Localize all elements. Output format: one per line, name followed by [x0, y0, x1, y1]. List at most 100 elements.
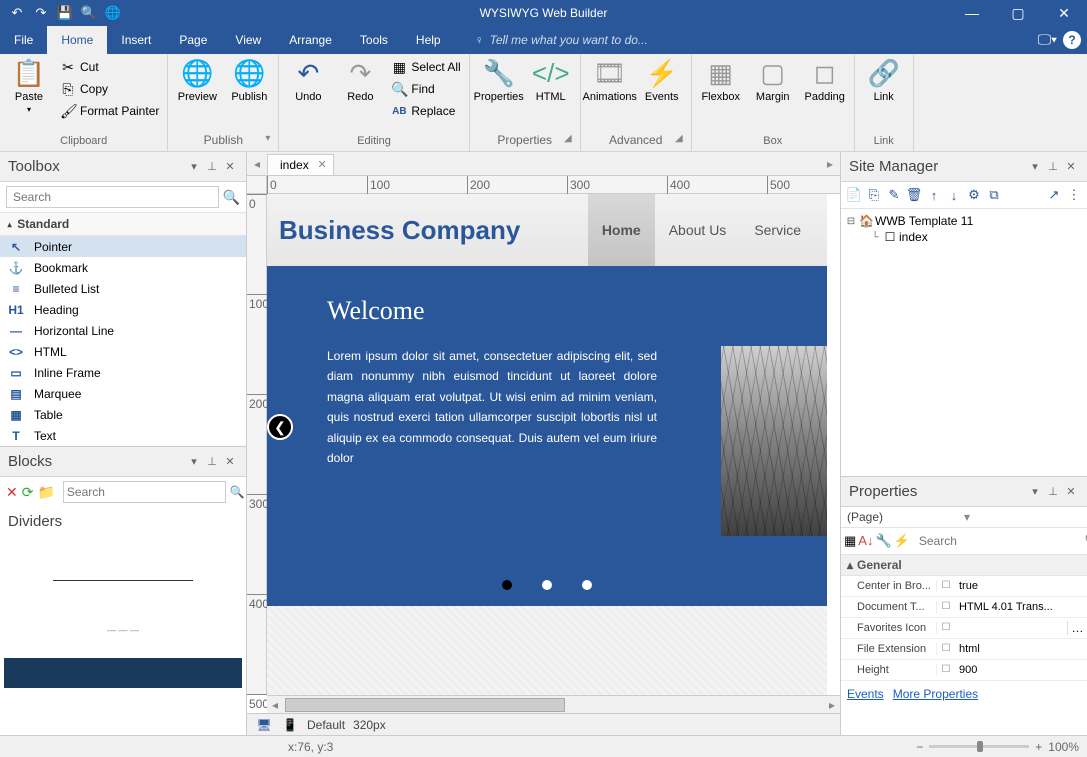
dropdown-icon[interactable]: ▾	[1027, 159, 1043, 175]
menu-tools[interactable]: Tools	[346, 26, 402, 54]
delete-icon[interactable]: 🗑	[905, 186, 923, 204]
cut-button[interactable]: ✂Cut	[56, 56, 163, 78]
property-search-input[interactable]	[916, 531, 1077, 551]
toolbox-item-bookmark[interactable]: ⚓Bookmark	[0, 257, 246, 278]
search-icon[interactable]: 🔍	[1079, 532, 1087, 549]
toolbox-item-html[interactable]: <>HTML	[0, 341, 246, 362]
tab-prev-icon[interactable]: ◂	[249, 154, 265, 174]
zoom-slider[interactable]	[929, 745, 1029, 748]
tree-root[interactable]: ⊟🏠WWB Template 11	[845, 213, 1083, 229]
close-icon[interactable]: ✕	[222, 454, 238, 470]
nav-home[interactable]: Home	[588, 194, 655, 266]
display-icon[interactable]: 🖵▾	[1038, 31, 1057, 49]
copy-button[interactable]: ⎘Copy	[56, 78, 163, 100]
property-row[interactable]: File Extension☐html	[841, 639, 1087, 660]
menu-view[interactable]: View	[221, 26, 275, 54]
property-value[interactable]: html	[955, 643, 1087, 655]
new-page-icon[interactable]: 📄	[845, 186, 863, 204]
divider-preview-1[interactable]	[4, 540, 242, 620]
h-scrollbar[interactable]: ◂ ▸	[267, 695, 840, 713]
scroll-thumb[interactable]	[285, 698, 565, 712]
toolbox-item-marquee[interactable]: ▤Marquee	[0, 383, 246, 404]
page-canvas[interactable]: Business Company Home About Us Service W…	[267, 194, 827, 695]
dropdown-icon[interactable]: ▾	[186, 159, 202, 175]
zoom-value[interactable]: 100%	[1048, 740, 1079, 754]
property-selector[interactable]: (Page)▾	[841, 507, 1087, 528]
web-icon[interactable]: 🌐	[104, 4, 122, 22]
property-row[interactable]: Height☐900	[841, 660, 1087, 681]
pin-icon[interactable]: ⊥	[204, 159, 220, 175]
save-icon[interactable]: 💾	[56, 4, 74, 22]
zoom-out-icon[interactable]: −	[916, 740, 923, 754]
margin-button[interactable]: ▢Margin	[748, 56, 798, 105]
property-value[interactable]: true	[955, 580, 1087, 592]
export-icon[interactable]: ↗	[1045, 186, 1063, 204]
replace-button[interactable]: ABReplace	[387, 100, 464, 122]
link-button[interactable]: 🔗Link	[859, 56, 909, 105]
pin-icon[interactable]: ⊥	[1045, 159, 1061, 175]
refresh-icon[interactable]: ⟳	[22, 482, 34, 502]
nav-about[interactable]: About Us	[655, 194, 741, 266]
mobile-icon[interactable]: 📱	[281, 716, 299, 734]
tree-page-index[interactable]: └☐index	[845, 229, 1083, 245]
canvas[interactable]: 0100200300400500 0100200300400500 Busine…	[247, 176, 840, 713]
divider-preview-3[interactable]	[4, 658, 242, 688]
toolbox-item-table[interactable]: ▦Table	[0, 404, 246, 425]
property-value[interactable]: HTML 4.01 Trans...	[955, 601, 1087, 613]
flexbox-button[interactable]: ▦Flexbox	[696, 56, 746, 105]
html-button[interactable]: </>HTML	[526, 56, 576, 105]
sort-icon[interactable]: A↓	[858, 531, 873, 551]
undo-button[interactable]: ↶Undo	[283, 56, 333, 105]
up-icon[interactable]: ↑	[925, 186, 943, 204]
property-category[interactable]: ▴General	[841, 555, 1087, 576]
pin-icon[interactable]: ⊥	[1045, 483, 1061, 499]
menu-file[interactable]: File	[0, 26, 47, 54]
close-icon[interactable]: ✕	[1063, 483, 1079, 499]
zoom-icon[interactable]: 🔍	[80, 4, 98, 22]
tell-me-search[interactable]: ♀Tell me what you want to do...	[475, 33, 648, 47]
redo-icon[interactable]: ↷	[32, 4, 50, 22]
dot-2[interactable]	[542, 580, 552, 590]
content-section[interactable]	[267, 606, 827, 695]
property-row[interactable]: Favorites Icon☐…	[841, 618, 1087, 639]
toolbox-item-heading[interactable]: H1Heading	[0, 299, 246, 320]
close-tab-icon[interactable]: ✕	[317, 158, 326, 171]
events-link[interactable]: Events	[847, 687, 884, 701]
edit-icon[interactable]: ✎	[885, 186, 903, 204]
preview-button[interactable]: 🌐Preview	[172, 56, 222, 105]
toolbox-item-text[interactable]: TText	[0, 425, 246, 446]
close-button[interactable]: ✕	[1041, 0, 1087, 26]
delete-icon[interactable]: ✕	[6, 482, 18, 502]
copy-page-icon[interactable]: ⎘	[865, 186, 883, 204]
pin-icon[interactable]: ⊥	[204, 454, 220, 470]
maximize-button[interactable]: ▢	[995, 0, 1041, 26]
close-icon[interactable]: ✕	[1063, 159, 1079, 175]
minimize-button[interactable]: —	[949, 0, 995, 26]
hero-text[interactable]: Lorem ipsum dolor sit amet, consectetuer…	[327, 346, 657, 468]
folder-icon[interactable]: 📁	[37, 482, 54, 502]
props-icon[interactable]: ⚙	[965, 186, 983, 204]
nav-service[interactable]: Service	[740, 194, 815, 266]
find-button[interactable]: 🔍Find	[387, 78, 464, 100]
hero-section[interactable]: Welcome Lorem ipsum dolor sit amet, cons…	[267, 266, 827, 606]
breakpoint-label[interactable]: Default	[307, 718, 345, 732]
blocks-search-input[interactable]	[63, 481, 226, 503]
menu-home[interactable]: Home	[47, 26, 107, 54]
desktop-icon[interactable]: 🖥	[255, 716, 273, 734]
more-properties-link[interactable]: More Properties	[893, 687, 978, 701]
search-icon[interactable]: 🔍	[230, 485, 245, 499]
hero-image[interactable]	[721, 346, 827, 536]
dropdown-icon[interactable]: ▾	[186, 454, 202, 470]
redo-button[interactable]: ↷Redo	[335, 56, 385, 105]
undo-icon[interactable]: ↶	[8, 4, 26, 22]
scroll-right-icon[interactable]: ▸	[824, 698, 840, 712]
properties-button[interactable]: 🔧Properties	[474, 56, 524, 105]
menu-help[interactable]: Help	[402, 26, 455, 54]
paste-button[interactable]: 📋Paste▾	[4, 56, 54, 116]
publish-button[interactable]: 🌐Publish	[224, 56, 274, 105]
zoom-in-icon[interactable]: +	[1035, 740, 1042, 754]
close-icon[interactable]: ✕	[222, 159, 238, 175]
select-all-button[interactable]: ▦Select All	[387, 56, 464, 78]
hero-title[interactable]: Welcome	[327, 296, 767, 326]
property-row[interactable]: Center in Bro...☐true	[841, 576, 1087, 597]
